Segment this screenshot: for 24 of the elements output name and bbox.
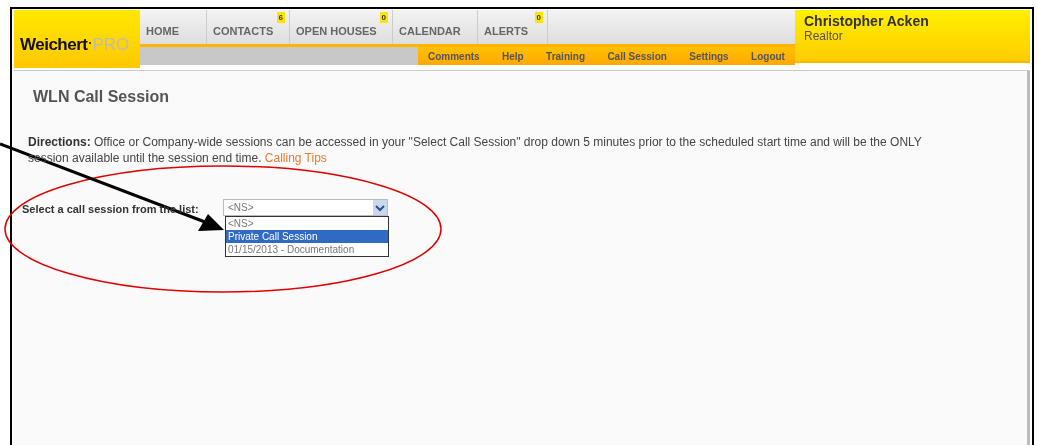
subnav-link[interactable]: Help — [502, 50, 524, 62]
nav-tab[interactable]: CONTACTS 6 — [207, 10, 290, 44]
dropdown-option[interactable]: Private Call Session — [226, 230, 388, 243]
subnav-link[interactable]: Call Session — [607, 50, 667, 62]
user-name: Christopher Acken — [804, 13, 930, 29]
subnav-link[interactable]: Comments — [428, 50, 480, 62]
caret-icon — [373, 200, 387, 215]
count-badge: 0 — [379, 12, 388, 23]
subnav-link[interactable]: Training — [546, 50, 585, 62]
subnav-link[interactable]: Settings — [689, 50, 729, 62]
page-title: WLN Call Session — [33, 88, 171, 106]
nav-tab[interactable]: ALERTS 0 — [478, 10, 548, 44]
nav-tab[interactable]: OPEN HOUSES 0 — [290, 10, 393, 44]
user-role: Realtor — [804, 29, 844, 43]
dropdown-option[interactable]: 01/15/2013 - Documentation — [226, 243, 388, 256]
count-badge: 6 — [276, 12, 285, 23]
subnav-link[interactable]: Logout — [751, 50, 785, 62]
count-badge: 0 — [534, 12, 543, 23]
dropdown-option[interactable]: <NS> — [226, 217, 388, 230]
session-dropdown[interactable]: <NS> — [223, 199, 388, 216]
logo[interactable]: Weichert PRO — [14, 10, 140, 68]
nav-tab[interactable]: CALENDAR — [393, 10, 478, 44]
nav-tab[interactable]: HOME — [140, 10, 207, 44]
calling-tips-link[interactable]: Calling Tips — [264, 151, 327, 165]
